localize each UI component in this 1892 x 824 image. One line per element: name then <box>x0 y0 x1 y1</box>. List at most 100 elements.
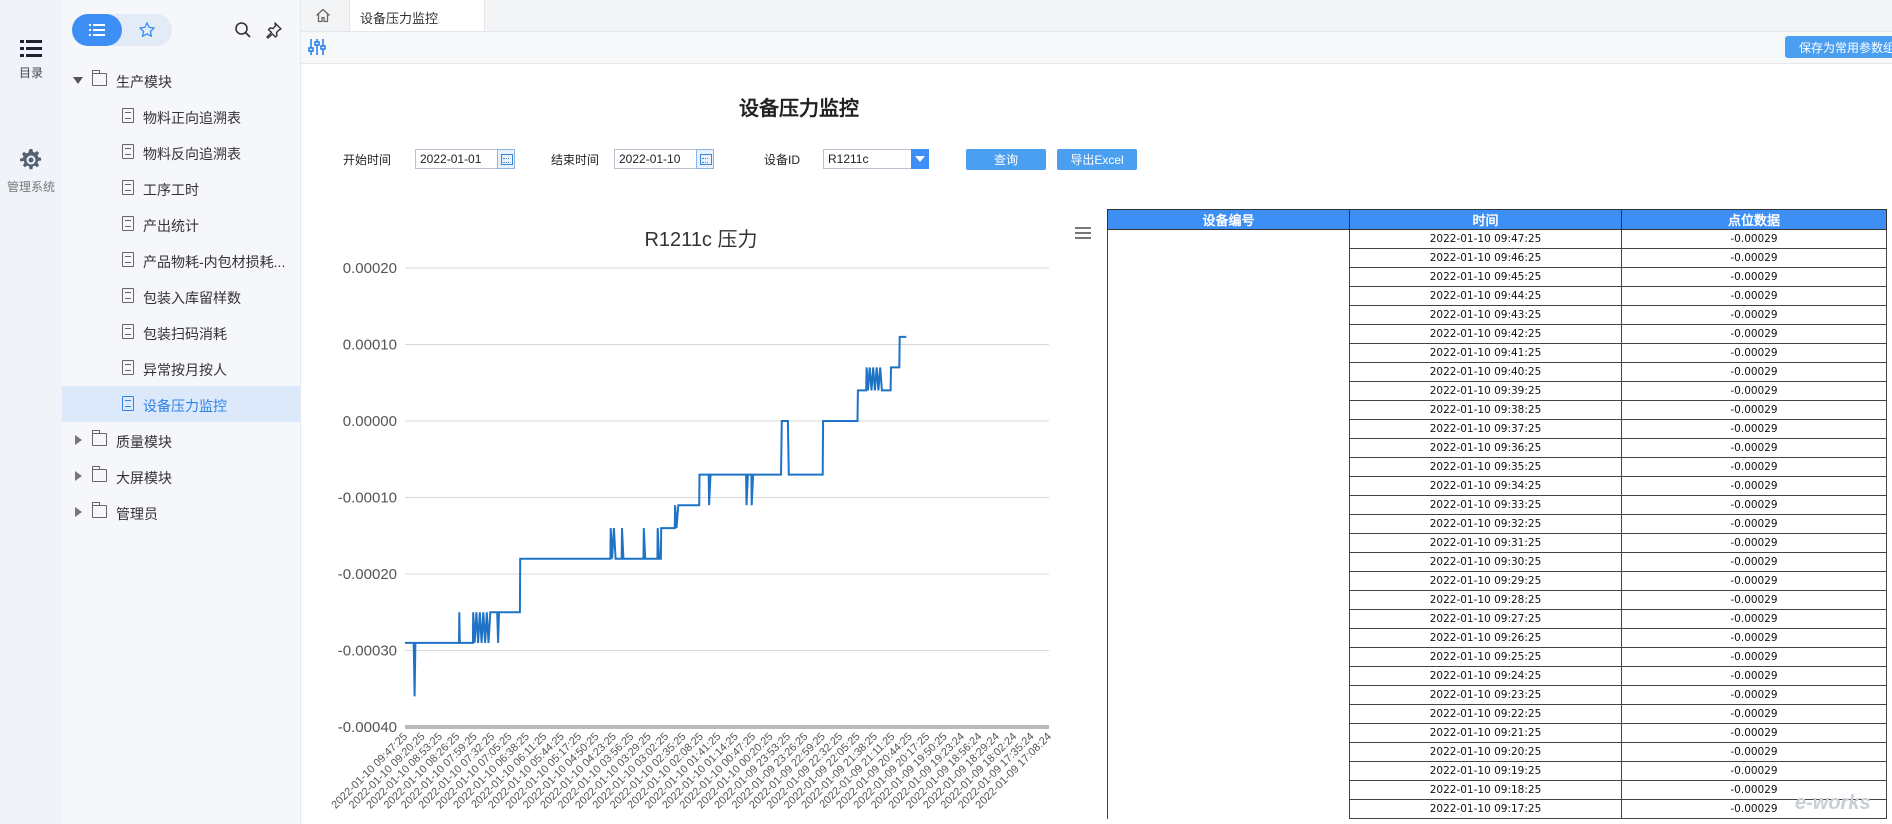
catalog-label: 目录 <box>18 66 43 80</box>
device-no-cell <box>1107 761 1350 781</box>
device-no-cell <box>1107 571 1350 591</box>
device-no-cell <box>1107 552 1350 572</box>
nav-panel: 生产模块 物料正向追溯表 物料反向追溯表 工序工时产出统计产品物耗-内包材损耗... 包… <box>62 0 301 824</box>
time-cell: 2022-01-10 09:44:25 <box>1349 286 1622 306</box>
device-no-cell <box>1107 419 1350 439</box>
device-no-cell <box>1107 685 1350 705</box>
table-row: 2022-01-10 09:18:25 -0.00029 <box>1107 780 1887 800</box>
nav-folder[interactable]: 生产模块 <box>62 62 300 98</box>
folder-icon <box>91 466 107 482</box>
time-cell: 2022-01-10 09:38:25 <box>1349 400 1622 420</box>
start-time-input[interactable] <box>415 149 499 169</box>
nav-folder-label: 质量模块 <box>116 434 172 450</box>
time-cell: 2022-01-10 09:22:25 <box>1349 704 1622 724</box>
point-data-cell: -0.00029 <box>1621 248 1887 268</box>
table-row: 2022-01-10 09:23:25 -0.00029 <box>1107 685 1887 705</box>
sliders-icon[interactable] <box>308 38 326 56</box>
point-data-cell: -0.00029 <box>1621 742 1887 762</box>
col-point-data: 点位数据 <box>1621 209 1887 230</box>
search-icon[interactable] <box>234 21 252 39</box>
save-param-group-button[interactable]: 保存为常用参数组 <box>1785 36 1892 58</box>
y-tick-label: 0.00000 <box>343 413 397 430</box>
end-time-input[interactable] <box>614 149 698 169</box>
table-row: 2022-01-10 09:25:25 -0.00029 <box>1107 647 1887 667</box>
time-cell: 2022-01-10 09:32:25 <box>1349 514 1622 534</box>
device-no-cell <box>1107 628 1350 648</box>
nav-item-label: 产品物耗-内包材损耗... <box>143 254 286 270</box>
device-no-cell <box>1107 476 1350 496</box>
y-grid <box>405 267 1049 729</box>
device-no-cell <box>1107 343 1350 363</box>
caret-right-icon[interactable] <box>75 507 82 517</box>
pin-icon[interactable] <box>265 21 283 39</box>
nav-item[interactable]: 设备压力监控 <box>62 386 300 422</box>
nav-folder[interactable]: 质量模块 <box>62 422 300 458</box>
chevron-down-icon[interactable] <box>911 149 929 169</box>
nav-item[interactable]: 包装扫码消耗 <box>62 314 300 350</box>
list-icon <box>89 24 105 36</box>
nav-item[interactable]: 产出统计 <box>62 206 300 242</box>
device-no-cell <box>1107 780 1350 800</box>
view-toggle <box>72 14 172 46</box>
calendar-icon[interactable] <box>696 149 714 169</box>
table-row: 2022-01-10 09:43:25 -0.00029 <box>1107 305 1887 325</box>
time-cell: 2022-01-10 09:18:25 <box>1349 780 1622 800</box>
point-data-cell: -0.00029 <box>1621 362 1887 382</box>
time-cell: 2022-01-10 09:25:25 <box>1349 647 1622 667</box>
star-icon[interactable] <box>138 21 156 39</box>
nav-item[interactable]: 工序工时 <box>62 170 300 206</box>
nav-folder[interactable]: 管理员 <box>62 494 300 530</box>
calendar-icon[interactable] <box>497 149 515 169</box>
point-data-cell: -0.00029 <box>1621 267 1887 287</box>
table-row: 2022-01-10 09:17:25 -0.00029 <box>1107 799 1887 819</box>
caret-down-icon[interactable] <box>73 77 83 84</box>
y-tick-label: -0.00030 <box>338 643 397 660</box>
pressure-series-line[interactable] <box>405 335 907 697</box>
device-no-cell <box>1107 248 1350 268</box>
document-icon <box>122 324 134 339</box>
pressure-chart: R1211c 压力 0.00020 0.00010 0.00000 -0.00010 -… <box>329 227 1091 811</box>
nav-item[interactable]: 产品物耗-内包材损耗... <box>62 242 300 278</box>
folder-icon <box>91 502 107 518</box>
table-row: 2022-01-10 09:34:25 -0.00029 <box>1107 476 1887 496</box>
point-data-cell: -0.00029 <box>1621 552 1887 572</box>
nav-item[interactable]: 物料正向追溯表 <box>62 98 300 134</box>
tab-device-pressure-monitor[interactable]: 设备压力监控 <box>349 0 485 31</box>
time-cell: 2022-01-10 09:42:25 <box>1349 324 1622 344</box>
home-icon[interactable] <box>315 8 331 23</box>
document-icon <box>122 144 134 159</box>
point-data-cell: -0.00029 <box>1621 286 1887 306</box>
tree-view-button[interactable] <box>72 14 122 46</box>
col-device-no: 设备编号 <box>1107 209 1350 230</box>
table-row: 2022-01-10 09:44:25 -0.00029 <box>1107 286 1887 306</box>
time-cell: 2022-01-10 09:33:25 <box>1349 495 1622 515</box>
device-id-select[interactable] <box>823 149 913 169</box>
point-data-cell: -0.00029 <box>1621 723 1887 743</box>
nav-item[interactable]: 物料反向追溯表 <box>62 134 300 170</box>
device-no-cell <box>1107 514 1350 534</box>
param-toolbar: 保存为常用参数组 <box>301 32 1892 64</box>
caret-right-icon[interactable] <box>75 435 82 445</box>
caret-right-icon[interactable] <box>75 471 82 481</box>
table-row: 2022-01-10 09:46:25 -0.00029 <box>1107 248 1887 268</box>
nav-item[interactable]: 包装入库留样数 <box>62 278 300 314</box>
y-axis-ticks: 0.00020 0.00010 0.00000 -0.00010 -0.00020 -0.… <box>338 260 397 736</box>
point-data-cell: -0.00029 <box>1621 704 1887 724</box>
device-no-cell <box>1107 666 1350 686</box>
export-excel-button[interactable]: 导出Excel <box>1057 149 1137 170</box>
query-button[interactable]: 查询 <box>966 149 1046 170</box>
time-cell: 2022-01-10 09:41:25 <box>1349 343 1622 363</box>
nav-item[interactable]: 异常按月按人 <box>62 350 300 386</box>
table-row: 2022-01-10 09:41:25 -0.00029 <box>1107 343 1887 363</box>
table-row: 2022-01-10 09:30:25 -0.00029 <box>1107 552 1887 572</box>
device-no-cell <box>1107 723 1350 743</box>
nav-folder-label: 管理员 <box>116 506 158 522</box>
catalog-button[interactable]: 目录 <box>0 38 62 81</box>
admin-system-button[interactable]: 管理系统 <box>0 148 62 195</box>
device-no-cell <box>1107 400 1350 420</box>
time-cell: 2022-01-10 09:40:25 <box>1349 362 1622 382</box>
chart-menu-icon[interactable] <box>1075 227 1091 239</box>
end-time-label: 结束时间 <box>551 153 600 167</box>
nav-folder[interactable]: 大屏模块 <box>62 458 300 494</box>
nav-item-label: 产出统计 <box>143 218 199 234</box>
